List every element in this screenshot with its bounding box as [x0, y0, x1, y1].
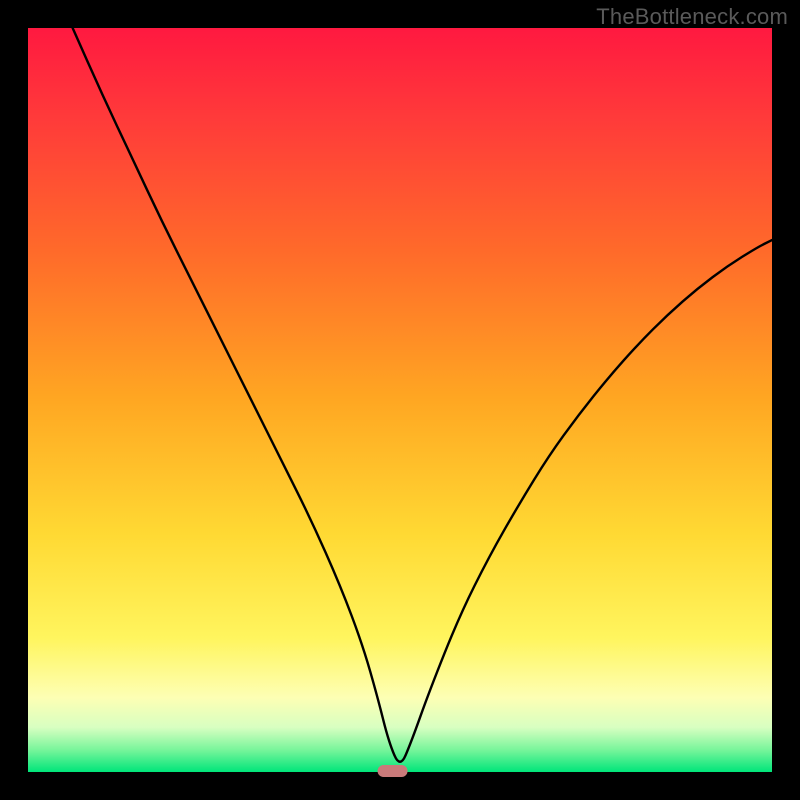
optimal-marker	[378, 765, 408, 777]
chart-background	[28, 28, 772, 772]
chart-canvas	[0, 0, 800, 800]
watermark-text: TheBottleneck.com	[596, 4, 788, 30]
chart-frame: TheBottleneck.com	[0, 0, 800, 800]
